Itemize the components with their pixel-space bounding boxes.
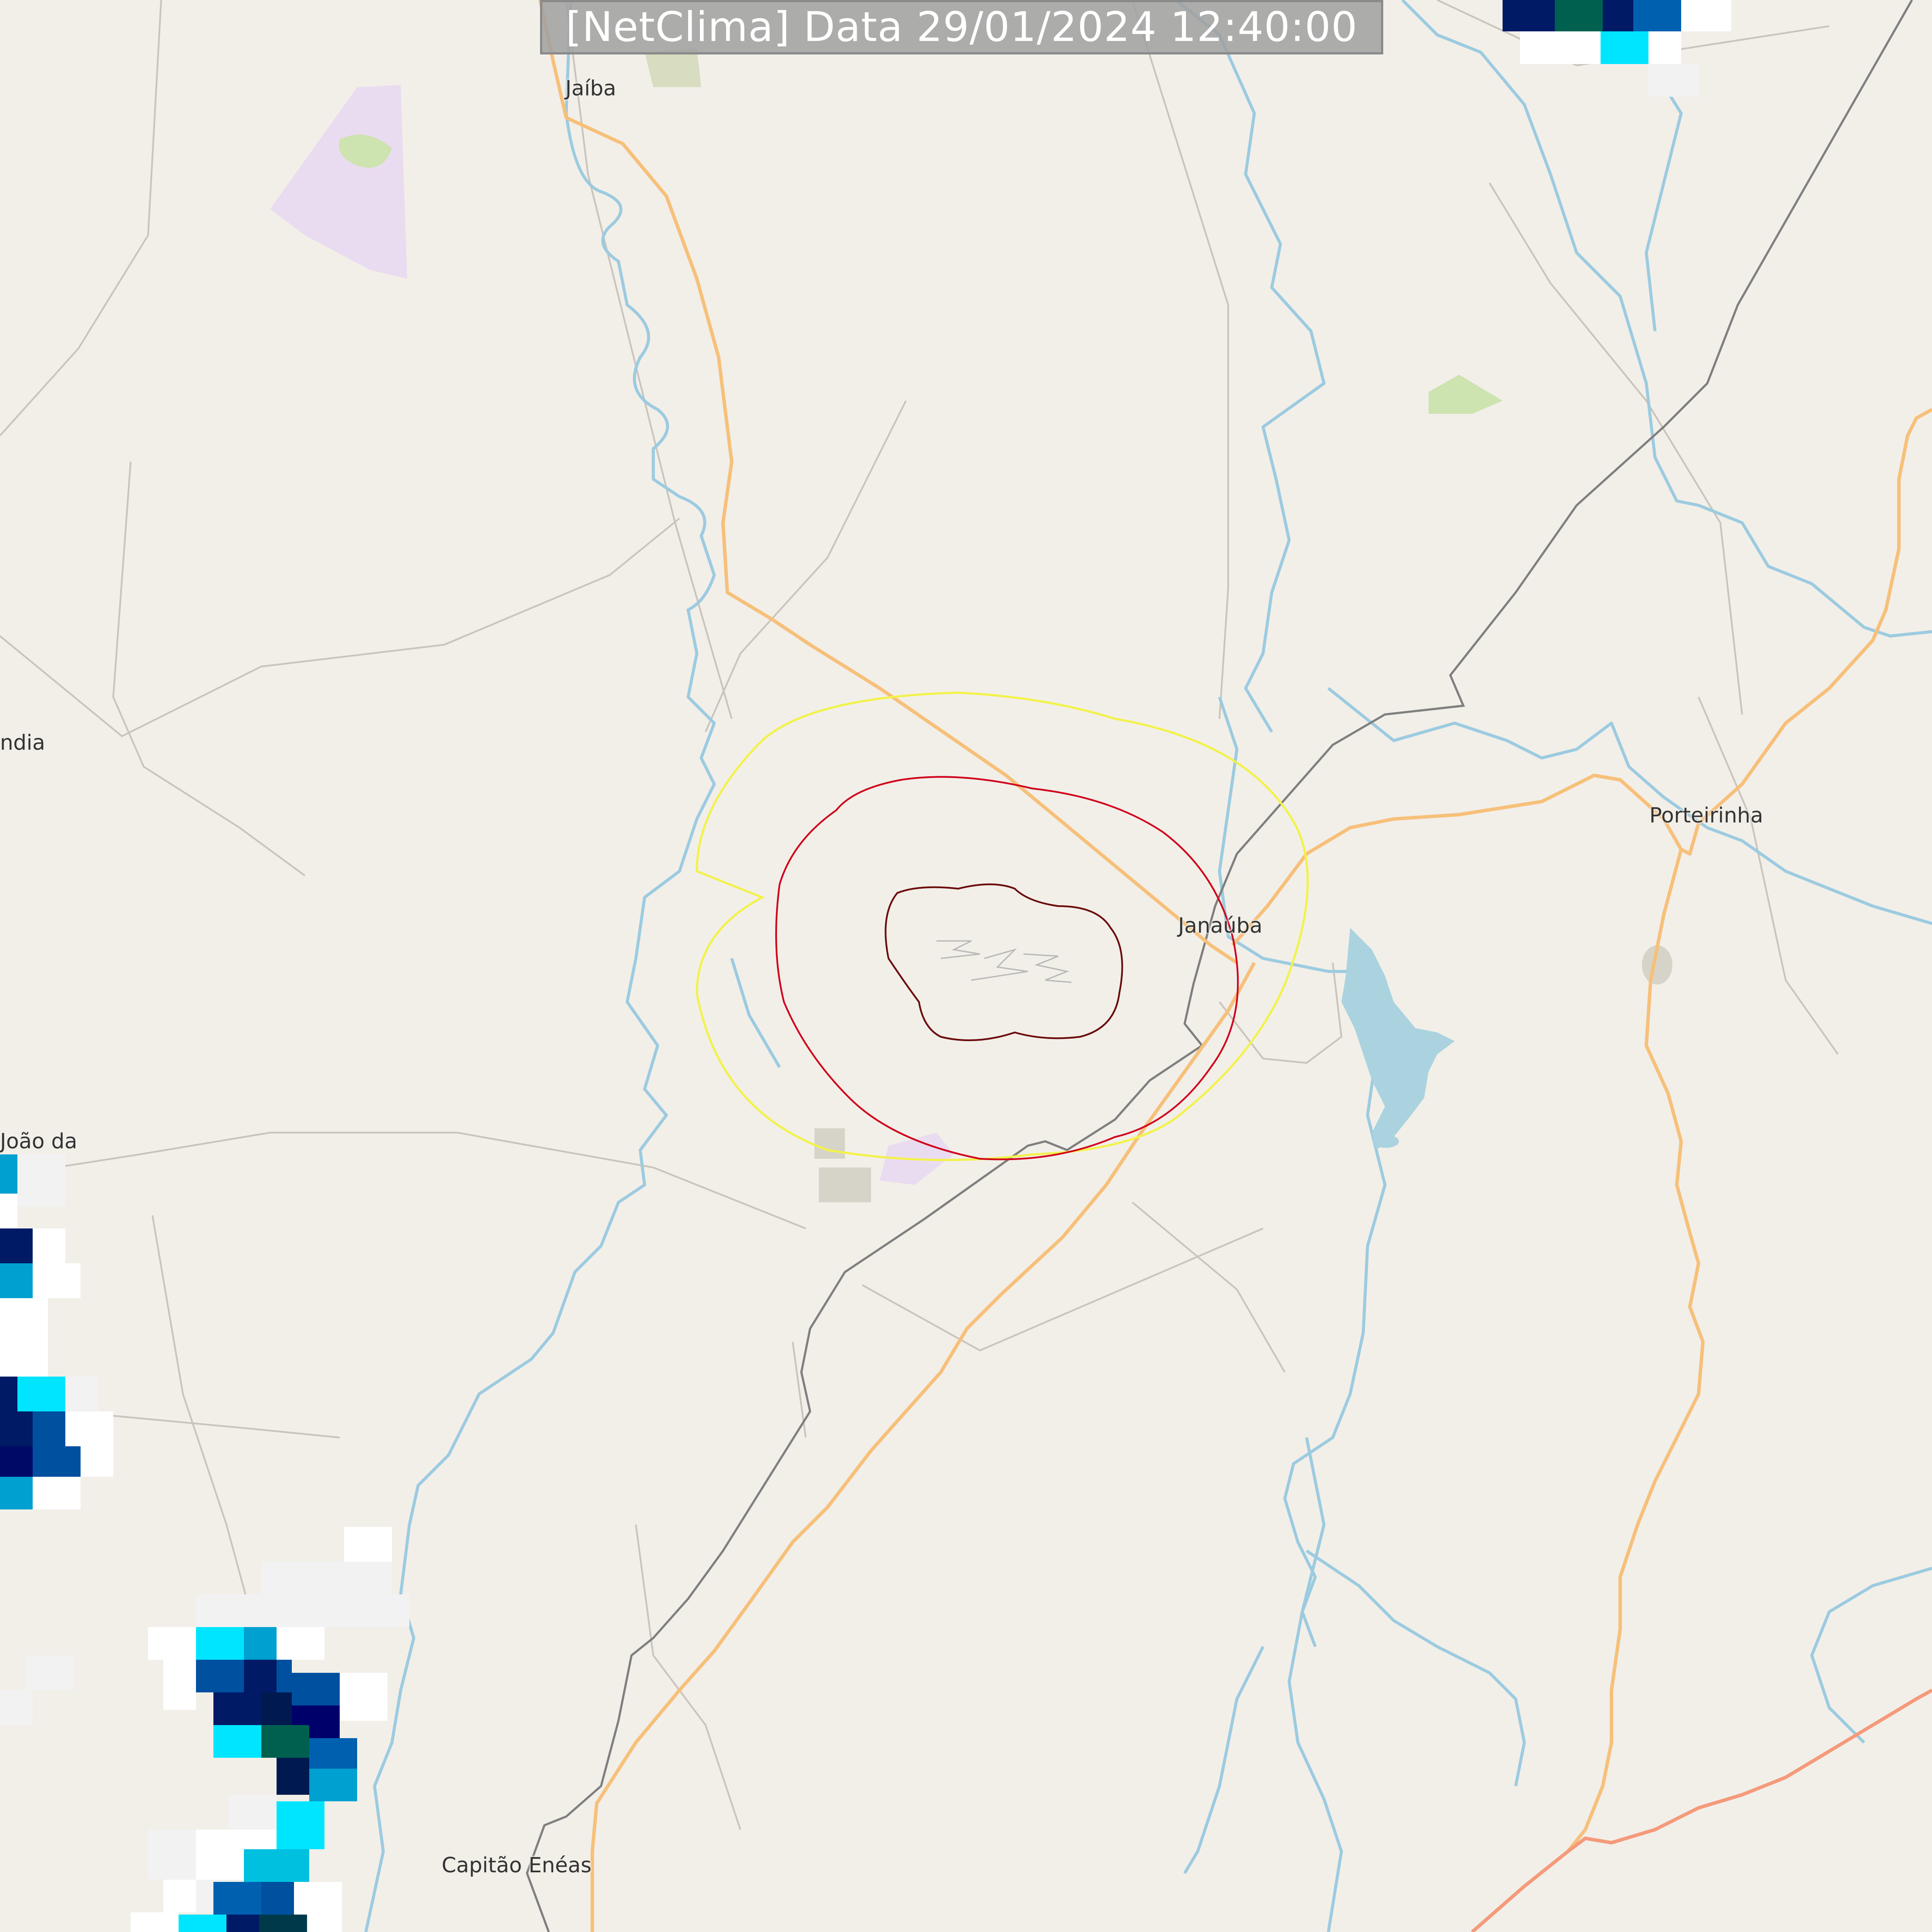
map-view[interactable]: Jaíba Janaúba Porteirinha Capitão Enéas …	[0, 0, 1932, 1932]
place-label-jaiba: Jaíba	[565, 76, 616, 101]
base-map	[0, 0, 1932, 1932]
landuse-gray-block	[819, 1167, 871, 1202]
title-banner: [NetClima] Data 29/01/2024 12:40:00	[540, 0, 1383, 54]
reservoir-islet	[1373, 1135, 1399, 1148]
landuse-gray-block	[814, 1128, 845, 1159]
place-label-porteirinha: Porteirinha	[1649, 803, 1763, 828]
place-label-left-edge-1: ndia	[0, 731, 45, 755]
place-label-capitao-eneas: Capitão Enéas	[442, 1853, 592, 1878]
place-label-left-edge-2: João da	[0, 1129, 78, 1154]
place-label-janauba: Janaúba	[1178, 914, 1263, 938]
title-text: [NetClima] Data 29/01/2024 12:40:00	[565, 3, 1358, 51]
